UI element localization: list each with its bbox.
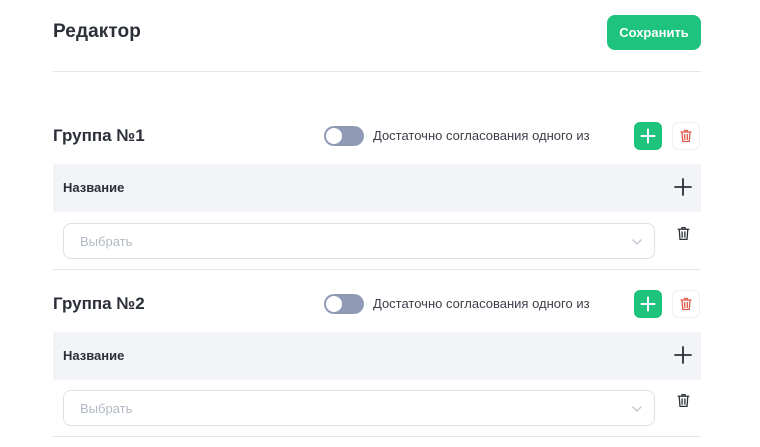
add-approver-button[interactable]	[634, 122, 662, 150]
delete-group-button[interactable]	[672, 122, 700, 150]
trash-icon	[680, 297, 692, 311]
add-row-button[interactable]	[671, 343, 695, 367]
plus-icon	[640, 128, 656, 144]
single-approval-toggle[interactable]	[324, 294, 364, 314]
column-title: Название	[63, 180, 125, 195]
trash-icon	[677, 393, 689, 407]
add-approver-button[interactable]	[634, 290, 662, 318]
table-header: Название	[53, 164, 701, 212]
group-title: Группа №1	[53, 126, 145, 145]
approver-select[interactable]: Выбрать	[63, 223, 655, 259]
toggle-label: Достаточно согласования одного из	[373, 296, 590, 311]
row-divider	[53, 436, 701, 437]
save-button[interactable]: Сохранить	[607, 15, 701, 50]
toggle-knob	[326, 296, 342, 312]
single-approval-toggle[interactable]	[324, 126, 364, 146]
approver-select[interactable]: Выбрать	[63, 390, 655, 426]
trash-icon	[680, 129, 692, 143]
toggle-label: Достаточно согласования одного из	[373, 128, 590, 143]
toggle-knob	[326, 128, 342, 144]
chevron-down-icon	[632, 406, 642, 412]
plus-icon	[640, 296, 656, 312]
table-header: Название	[53, 332, 701, 380]
plus-icon	[674, 346, 692, 364]
row-divider	[53, 269, 701, 270]
chevron-down-icon	[632, 239, 642, 245]
header-divider	[53, 71, 701, 72]
delete-row-button[interactable]	[675, 224, 691, 242]
group-title: Группа №2	[53, 294, 145, 313]
delete-group-button[interactable]	[672, 290, 700, 318]
column-title: Название	[63, 348, 125, 363]
select-placeholder: Выбрать	[80, 401, 133, 416]
trash-icon	[677, 226, 689, 240]
plus-icon	[674, 178, 692, 196]
select-placeholder: Выбрать	[80, 234, 133, 249]
add-row-button[interactable]	[671, 175, 695, 199]
page-title: Редактор	[53, 21, 141, 42]
delete-row-button[interactable]	[675, 391, 691, 409]
